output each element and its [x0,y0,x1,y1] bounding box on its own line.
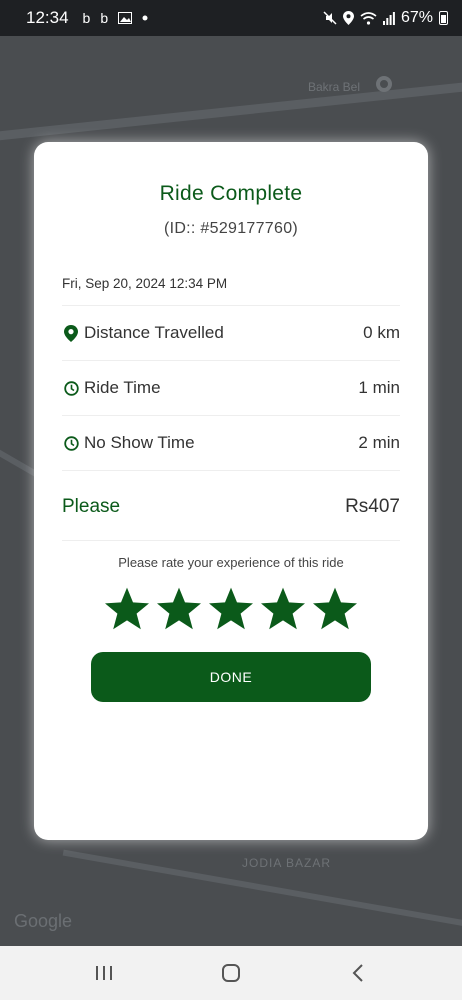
image-icon [118,12,133,24]
back-icon [352,964,364,982]
ride-time-row: Ride Time 1 min [62,361,400,416]
star-icon[interactable] [311,586,359,632]
notification-icons: b b [83,10,149,26]
signal-icon [382,11,395,25]
map-label: Bakra Bel [308,80,361,94]
ride-time-value: 1 min [358,378,400,397]
fare-row: Please Rs407 [62,473,400,541]
no-show-time-value: 2 min [358,433,400,452]
mute-icon [323,11,337,25]
star-icon[interactable] [103,586,151,632]
app-notification-icon: b [82,10,91,26]
dialog-title: Ride Complete [159,182,303,205]
distance-row: Distance Travelled 0 km [62,306,400,361]
back-button[interactable] [338,953,378,993]
done-button[interactable]: DONE [91,652,371,702]
distance-label: Distance Travelled [84,323,224,342]
location-icon [342,11,354,25]
no-show-time-label: No Show Time [84,433,195,452]
star-icon[interactable] [155,586,203,632]
rate-prompt: Please rate your experience of this ride [118,555,344,570]
app-notification-icon: b [100,10,109,26]
status-right: 67% [323,9,448,27]
google-logo: Google [14,911,73,931]
battery-percent: 67% [400,9,433,26]
map-label: JODIA BAZAR [242,856,332,870]
clock-icon [62,379,80,397]
distance-value: 0 km [363,323,400,342]
ride-date: Fri, Sep 20, 2024 12:34 PM [62,276,400,306]
home-icon [221,964,240,982]
dot-icon [142,15,148,21]
recent-apps-button[interactable] [84,953,124,993]
fare-label: Please [62,495,121,517]
navigation-bar [0,946,462,1000]
fare-amount: Rs407 [345,495,400,517]
ride-complete-dialog: Ride Complete (ID:: #529177760) Fri, Sep… [34,142,428,840]
star-icon[interactable] [207,586,255,632]
rating-stars [62,586,400,632]
no-show-time-row: No Show Time 2 min [62,416,400,471]
battery-icon [439,11,448,25]
status-time: 12:34 [26,8,69,27]
home-button[interactable] [211,953,251,993]
clock-icon [62,434,80,452]
ride-time-label: Ride Time [84,378,161,397]
place-marker-icon [376,76,392,92]
recent-apps-icon [95,966,112,980]
status-bar: 12:34 b b 67% [0,0,462,36]
ride-id: (ID:: #529177760) [163,220,299,237]
wifi-icon [360,11,377,25]
star-icon[interactable] [259,586,307,632]
location-pin-icon [62,324,80,342]
